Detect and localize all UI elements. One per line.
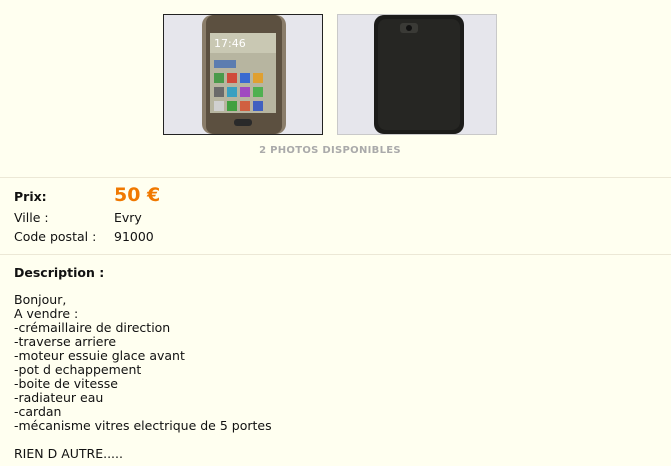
description-line: RIEN D AUTRE.....: [14, 446, 123, 461]
description-line: Bonjour,: [14, 292, 67, 307]
description-line: -crémaillaire de direction: [14, 320, 171, 335]
phone-front-image: 17:46: [164, 15, 322, 134]
photo-gallery: 17:46 2 PHOTOS DISPONIBLES: [0, 0, 671, 176]
description-line: [14, 433, 272, 447]
photo-thumbnail-2[interactable]: [337, 14, 497, 135]
description-line: -pot d echappement: [14, 362, 142, 377]
description-line: -radiateur eau: [14, 390, 104, 405]
separator: [0, 254, 671, 255]
description-line: -boite de vitesse: [14, 376, 118, 391]
photo-count-label: 2 PHOTOS DISPONIBLES: [259, 145, 401, 156]
price-label: Prix:: [14, 189, 47, 204]
description-line: -traverse arriere: [14, 334, 117, 349]
description-line: -moteur essuie glace avant: [14, 348, 185, 363]
postal-code-value: 91000: [114, 229, 154, 244]
phone-back-image: [338, 15, 496, 134]
photo-thumbnail-1[interactable]: 17:46: [163, 14, 323, 135]
description-line: -mécanisme vitres electrique de 5 portes: [14, 418, 272, 433]
screen-clock: 17:46: [214, 37, 246, 50]
postal-code-label: Code postal :: [14, 229, 97, 244]
city-value: Evry: [114, 210, 142, 225]
separator: [0, 177, 671, 178]
description-title: Description :: [14, 265, 105, 280]
city-label: Ville :: [14, 210, 49, 225]
description-line: A vendre :: [14, 306, 79, 321]
description-line: -cardan: [14, 404, 62, 419]
price-value: 50 €: [114, 184, 161, 206]
description-body: Bonjour, A vendre : -crémaillaire de dir…: [14, 293, 272, 461]
